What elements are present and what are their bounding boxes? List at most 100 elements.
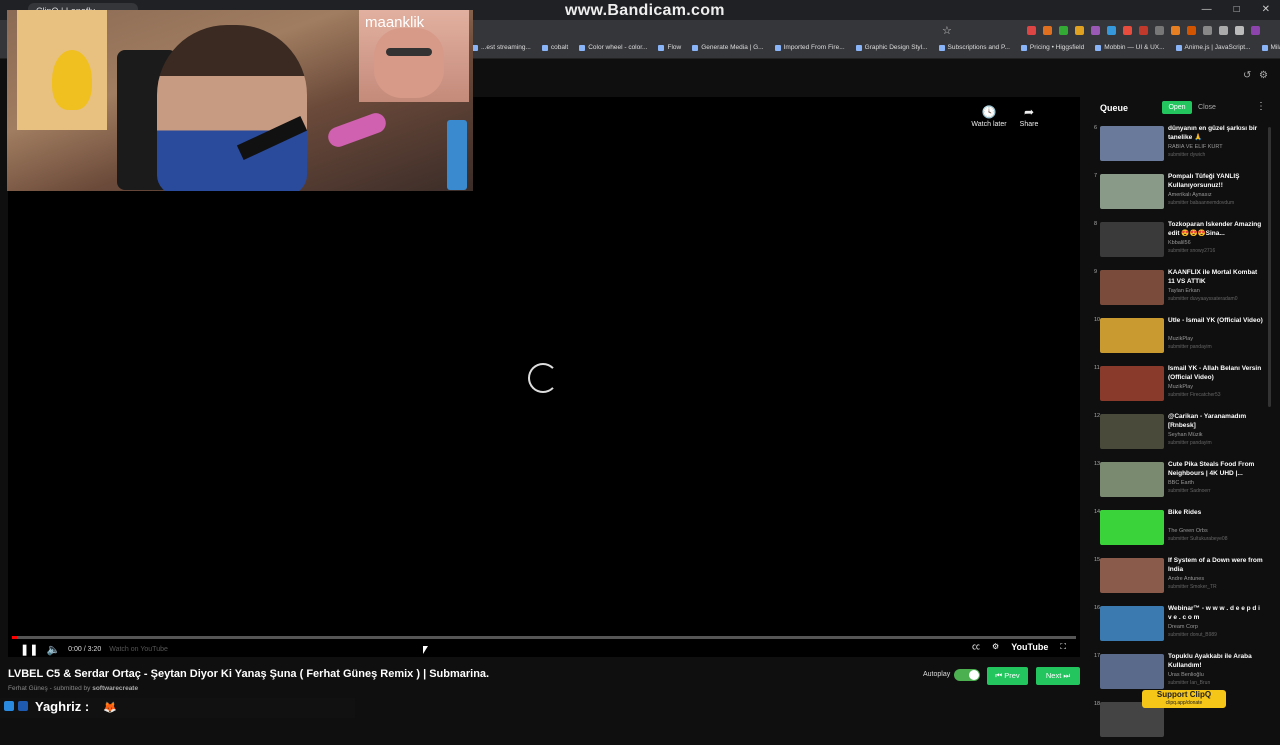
bookmark-item[interactable]: Anime.js | JavaScript... (1175, 44, 1251, 51)
bookmark-favicon-icon (855, 44, 862, 51)
prev-button[interactable]: ⏮ Prev (987, 667, 1028, 685)
bookmark-item[interactable]: Generate Media | G... (692, 44, 764, 51)
queue-item-thumbnail[interactable] (1100, 318, 1164, 353)
queue-item[interactable]: 14 Bike Rides The Green Orbs submitter Sult… (1090, 509, 1268, 553)
queue-item[interactable]: 12 @Carikan - Yaranamadım [Rnbesk] Seyhan … (1090, 413, 1268, 457)
extension-icon[interactable] (1107, 26, 1116, 35)
share-button[interactable]: ➦ Share (1004, 105, 1054, 128)
extension-icon[interactable] (1219, 26, 1228, 35)
next-button[interactable]: Next ⏭ (1036, 667, 1080, 685)
extension-icon[interactable] (1203, 26, 1212, 35)
watch-on-youtube-label[interactable]: Watch on YouTube (109, 646, 168, 653)
queue-close-button[interactable]: Close (1194, 101, 1220, 114)
queue-item-thumbnail[interactable] (1100, 654, 1164, 689)
extension-icon[interactable] (1123, 26, 1132, 35)
extension-icon[interactable] (1043, 26, 1052, 35)
bookmark-item[interactable]: Imported From Fire... (774, 44, 845, 51)
queue-item[interactable]: 16 Webinar™ - w w w . d e e p d i v e . c… (1090, 605, 1268, 649)
fullscreen-icon[interactable]: ⛶ (1060, 642, 1066, 652)
bookmark-item[interactable]: Color wheel - color... (579, 44, 647, 51)
queue-item[interactable]: 11 İsmail YK - Allah Belanı Versin (Offic… (1090, 365, 1268, 409)
queue-item-number: 6 (1094, 125, 1098, 131)
extension-icon[interactable] (1027, 26, 1036, 35)
extension-icon[interactable] (1139, 26, 1148, 35)
queue-item-thumbnail[interactable] (1100, 414, 1164, 449)
history-icon[interactable]: ↺ (1243, 70, 1251, 81)
queue-open-button[interactable]: Open (1162, 101, 1192, 114)
queue-item[interactable]: 9 KAANFLİX ile Mortal Kombat 11 VS ATTIK T… (1090, 269, 1268, 313)
bookmark-label: Generate Media | G... (701, 44, 764, 51)
queue-item[interactable]: 15 If System of a Down were from India And… (1090, 557, 1268, 601)
queue-scrollbar[interactable] (1268, 127, 1271, 407)
bookmark-item[interactable]: Milanote (1261, 44, 1280, 51)
queue-item-submitter: submitter Sadnoerr (1168, 488, 1211, 494)
bookmark-label: ...est streaming... (481, 44, 531, 51)
support-clipq-button[interactable]: Support ClipQ clipq.app/donate (1142, 690, 1226, 708)
queue-item[interactable]: 10 Ütle - İsmail YK (Official Video) Muzik… (1090, 317, 1268, 361)
queue-panel: Queue Open Close ⋮ 6 dünyanın en güzel şa… (1090, 97, 1280, 737)
bookmark-item[interactable]: Mobbin — UI & UX... (1095, 44, 1165, 51)
maximize-button[interactable]: □ (1234, 4, 1240, 15)
bookmark-item[interactable]: Graphic Design Styl... (855, 44, 928, 51)
bookmark-star-icon[interactable]: ☆ (942, 24, 952, 37)
more-options-icon[interactable]: ⋮ (1256, 101, 1266, 112)
volume-icon[interactable]: 🔈 (46, 643, 60, 656)
queue-title: Queue (1100, 103, 1129, 113)
youtube-logo[interactable]: YouTube (1011, 642, 1048, 652)
bookmark-favicon-icon (774, 44, 781, 51)
bookmark-item[interactable]: ...est streaming... (472, 44, 531, 51)
poster-image (17, 10, 107, 130)
channel-name[interactable]: Ferhat Güneş (8, 685, 48, 692)
bookmark-favicon-icon (1261, 44, 1268, 51)
recording-watermark: www.Bandicam.com (565, 2, 725, 19)
captions-icon[interactable]: ㏄ (972, 641, 980, 652)
bookmark-favicon-icon (658, 44, 665, 51)
queue-item-channel: Kbbalil56 (1168, 240, 1191, 246)
extension-icon[interactable] (1251, 26, 1260, 35)
extension-icon[interactable] (1091, 26, 1100, 35)
queue-item-thumbnail[interactable] (1100, 270, 1164, 305)
webcam-overlay: maanklik (7, 10, 473, 191)
settings-sliders-icon[interactable]: ⚙ (1259, 70, 1268, 81)
queue-item[interactable]: 8 Tozkoparan İskender Amazing edit 😍😍😍Sin… (1090, 221, 1268, 265)
extension-icon[interactable] (1059, 26, 1068, 35)
queue-item-title: Webinar™ - w w w . d e e p d i v e . c o… (1168, 605, 1260, 621)
queue-item-thumbnail[interactable] (1100, 174, 1164, 209)
queue-item-title: KAANFLİX ile Mortal Kombat 11 VS ATTIK (1168, 269, 1258, 285)
queue-item-thumbnail[interactable] (1100, 558, 1164, 593)
queue-item[interactable]: 7 Pompalı Tüfeği YANLIŞ Kullanıyorsunuz!!… (1090, 173, 1268, 217)
extension-icon[interactable] (1075, 26, 1084, 35)
queue-item-thumbnail[interactable] (1100, 462, 1164, 497)
submitter-name[interactable]: softwarecreate (92, 685, 138, 692)
queue-item-title: İsmail YK - Allah Belanı Versin (Officia… (1168, 365, 1262, 381)
queue-item-thumbnail[interactable] (1100, 366, 1164, 401)
bookmark-item[interactable]: Subscriptions and P... (938, 44, 1010, 51)
bookmark-item[interactable]: Flow (658, 44, 681, 51)
queue-item-thumbnail[interactable] (1100, 222, 1164, 257)
bookmark-label: Pricing • Higgsfield (1029, 44, 1085, 51)
close-window-button[interactable]: ✕ (1262, 4, 1270, 15)
extension-icon[interactable] (1235, 26, 1244, 35)
queue-item-thumbnail[interactable] (1100, 510, 1164, 545)
bookmark-item[interactable]: Pricing • Higgsfield (1020, 44, 1085, 51)
progress-bar[interactable] (12, 636, 1076, 639)
queue-item-channel: Dream Corp (1168, 624, 1198, 630)
extension-icon[interactable] (1155, 26, 1164, 35)
bookmark-favicon-icon (1020, 44, 1027, 51)
queue-item[interactable]: 13 Cute Pika Steals Food From Neighbours … (1090, 461, 1268, 505)
chat-emote: 🦊 (103, 702, 117, 714)
queue-item-thumbnail[interactable] (1100, 126, 1164, 161)
autoplay-toggle[interactable] (954, 669, 980, 681)
pause-icon[interactable]: ❚❚ (20, 643, 38, 656)
extension-icon[interactable] (1171, 26, 1180, 35)
queue-item-thumbnail[interactable] (1100, 606, 1164, 641)
bookmark-item[interactable]: cobalt (541, 44, 568, 51)
minimize-button[interactable]: — (1202, 4, 1212, 15)
queue-item[interactable]: 6 dünyanın en güzel şarkısı bir tanelike … (1090, 125, 1268, 169)
video-title: LVBEL C5 & Serdar Ortaç - Şeytan Diyor K… (8, 668, 490, 680)
settings-gear-icon[interactable]: ⚙ (992, 642, 999, 651)
queue-item-title: Ütle - İsmail YK (Official Video) (1168, 317, 1263, 324)
extension-icon[interactable] (1187, 26, 1196, 35)
queue-item-number: 8 (1094, 221, 1098, 227)
progress-fill (12, 636, 18, 639)
